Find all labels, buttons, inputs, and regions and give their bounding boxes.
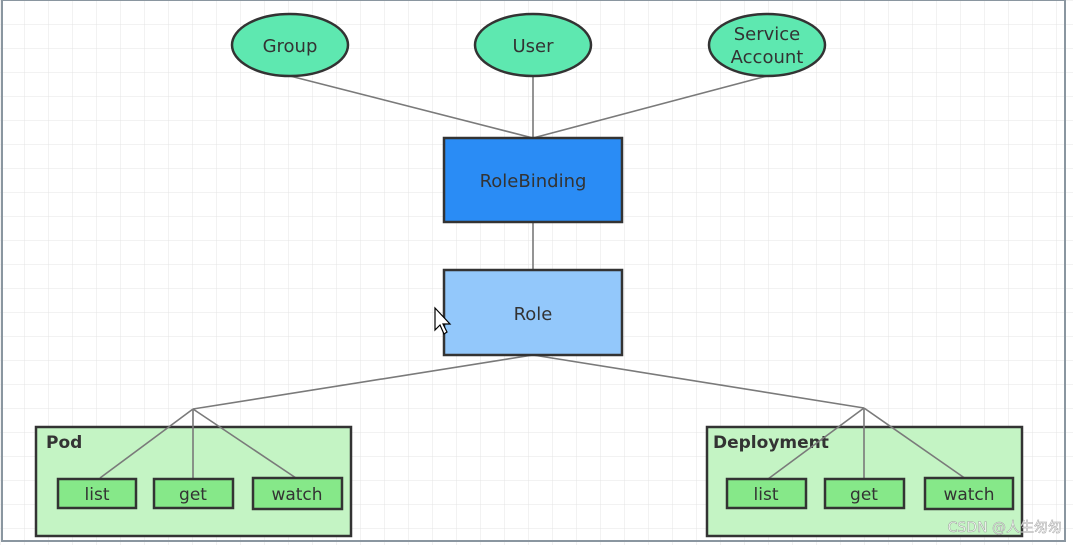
- subject-service-account: Service Account: [707, 12, 827, 78]
- deployment-verb-get: get: [823, 477, 906, 510]
- resource-pod: Pod list get watch: [34, 408, 353, 538]
- verb-label: watch: [943, 485, 994, 505]
- subject-user: User: [473, 12, 593, 78]
- deployment-label: Deployment: [713, 433, 829, 453]
- verb-label: watch: [271, 485, 322, 505]
- verb-label: list: [754, 485, 779, 505]
- verb-label: list: [85, 485, 110, 505]
- role-label: Role: [514, 304, 553, 325]
- watermark: CSDN @人生匆匆: [948, 520, 1062, 536]
- pod-verb-list: list: [56, 477, 138, 510]
- verb-label: get: [850, 485, 878, 505]
- rolebinding-label: RoleBinding: [480, 171, 587, 192]
- deployment-verb-list: list: [725, 477, 808, 510]
- rolebinding-node: RoleBinding: [442, 136, 624, 224]
- rbac-diagram: Group User Service Account RoleBinding R…: [0, 0, 1073, 545]
- subject-sa-label-2: Account: [731, 47, 804, 68]
- pod-verb-watch: watch: [251, 476, 344, 511]
- deployment-verb-watch: watch: [923, 476, 1015, 511]
- subject-user-label: User: [512, 36, 554, 57]
- pod-label: Pod: [46, 433, 82, 453]
- subject-group-label: Group: [263, 36, 318, 57]
- resource-deployment: Deployment list get watch: [705, 407, 1024, 538]
- subject-sa-label-1: Service: [734, 24, 801, 45]
- pod-verb-get: get: [152, 477, 235, 510]
- verb-label: get: [179, 485, 207, 505]
- role-node: Role: [442, 268, 624, 357]
- subject-group: Group: [230, 12, 350, 78]
